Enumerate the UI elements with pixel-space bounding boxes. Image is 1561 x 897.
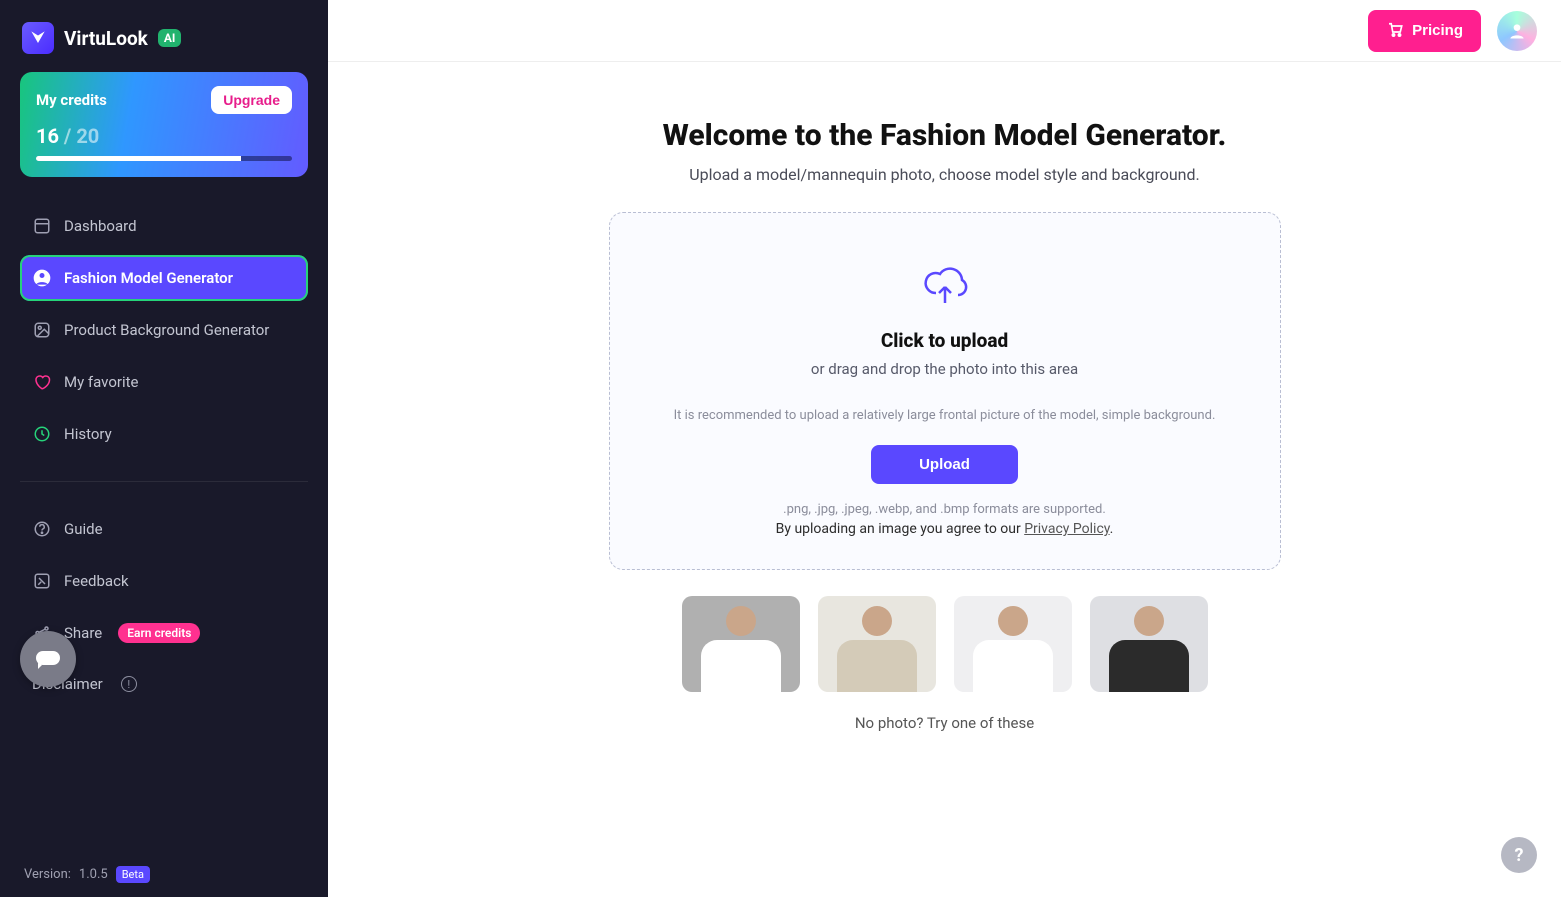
heart-icon	[32, 372, 52, 392]
chat-launcher-button[interactable]	[20, 631, 76, 687]
history-icon	[32, 424, 52, 444]
dashboard-icon	[32, 216, 52, 236]
upgrade-button[interactable]: Upgrade	[211, 86, 292, 114]
page-subtitle: Upload a model/mannequin photo, choose m…	[368, 165, 1521, 184]
sidebar-item-label: Guide	[64, 520, 103, 538]
example-image-2[interactable]	[818, 596, 936, 692]
sidebar-item-label: My favorite	[64, 373, 138, 391]
person-icon	[32, 268, 52, 288]
example-image-3[interactable]	[954, 596, 1072, 692]
ai-badge: AI	[158, 29, 182, 47]
main: Pricing Welcome to the Fashion Model Gen…	[328, 0, 1561, 897]
dropzone-title: Click to upload	[646, 329, 1244, 352]
sidebar-item-label: Product Background Generator	[64, 321, 269, 339]
feedback-icon	[32, 571, 52, 591]
sidebar-item-dashboard[interactable]: Dashboard	[20, 203, 308, 249]
brand-name: VirtuLook	[64, 27, 148, 50]
sidebar-item-label: History	[64, 425, 112, 443]
credits-used: 16	[36, 124, 59, 148]
sidebar-item-my-favorite[interactable]: My favorite	[20, 359, 308, 405]
version-prefix: Version:	[24, 867, 71, 882]
user-avatar[interactable]	[1497, 11, 1537, 51]
version-row: Version: 1.0.5 Beta	[20, 858, 308, 883]
agree-suffix: .	[1110, 521, 1114, 537]
sidebar-item-label: Feedback	[64, 572, 129, 590]
version-value: 1.0.5	[79, 867, 108, 882]
beta-badge: Beta	[116, 866, 150, 883]
warning-icon: !	[121, 676, 137, 692]
example-image-1[interactable]	[682, 596, 800, 692]
image-icon	[32, 320, 52, 340]
example-image-4[interactable]	[1090, 596, 1208, 692]
brand-logo-icon	[22, 22, 54, 54]
share-earn-credits-badge: Earn credits	[118, 623, 200, 643]
credits-card: My credits Upgrade 16 / 20	[20, 72, 308, 177]
agree-prefix: By uploading an image you agree to our	[776, 521, 1025, 537]
nav-divider	[20, 481, 308, 482]
no-photo-hint: No photo? Try one of these	[368, 714, 1521, 732]
sidebar: VirtuLook AI My credits Upgrade 16 / 20 …	[0, 0, 328, 897]
dropzone-subtitle: or drag and drop the photo into this are…	[646, 360, 1244, 378]
credits-values: 16 / 20	[36, 124, 292, 148]
content: Welcome to the Fashion Model Generator. …	[328, 62, 1561, 897]
cart-icon	[1386, 20, 1404, 42]
sidebar-item-label: Fashion Model Generator	[64, 269, 233, 287]
help-button[interactable]: ?	[1501, 837, 1537, 873]
pricing-button-label: Pricing	[1412, 22, 1463, 39]
upload-button[interactable]: Upload	[871, 445, 1018, 484]
credits-progress-track	[36, 156, 292, 161]
credits-progress-fill	[36, 156, 241, 161]
sidebar-item-guide[interactable]: Guide	[20, 506, 308, 552]
question-circle-icon	[32, 519, 52, 539]
supported-formats-text: .png, .jpg, .jpeg, .webp, and .bmp forma…	[646, 502, 1244, 517]
upload-agreement-text: By uploading an image you agree to our P…	[646, 521, 1244, 537]
credits-title: My credits	[36, 91, 107, 109]
sidebar-item-label: Dashboard	[64, 217, 137, 235]
credits-separator: /	[59, 124, 76, 148]
cloud-upload-icon	[922, 265, 968, 311]
upload-dropzone[interactable]: Click to upload or drag and drop the pho…	[609, 212, 1281, 570]
sidebar-nav: Dashboard Fashion Model Generator Produc…	[20, 203, 308, 706]
credits-total: 20	[76, 124, 99, 148]
page-title: Welcome to the Fashion Model Generator.	[368, 118, 1521, 153]
sidebar-item-history[interactable]: History	[20, 411, 308, 457]
dropzone-hint: It is recommended to upload a relatively…	[646, 408, 1244, 423]
sidebar-item-label: Share	[64, 624, 102, 642]
example-thumbnails	[368, 596, 1521, 692]
privacy-policy-link[interactable]: Privacy Policy	[1024, 521, 1109, 537]
topbar: Pricing	[328, 0, 1561, 62]
sidebar-item-feedback[interactable]: Feedback	[20, 558, 308, 604]
pricing-button[interactable]: Pricing	[1368, 10, 1481, 52]
brand-row: VirtuLook AI	[20, 18, 308, 72]
sidebar-item-product-background-generator[interactable]: Product Background Generator	[20, 307, 308, 353]
sidebar-item-fashion-model-generator[interactable]: Fashion Model Generator	[20, 255, 308, 301]
